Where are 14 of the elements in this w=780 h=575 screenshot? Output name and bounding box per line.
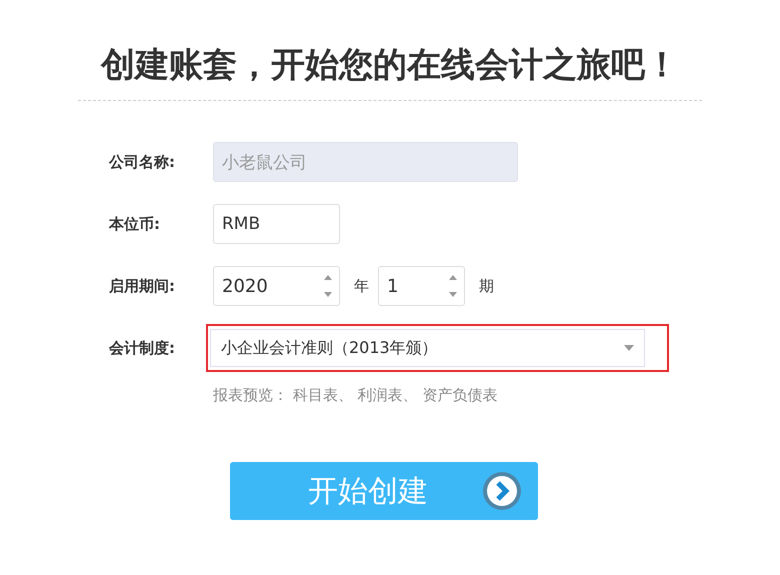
period-unit: 期: [479, 276, 494, 296]
field-label: 会计制度:: [109, 338, 176, 358]
field-label: 启用期间:: [109, 276, 176, 296]
select-field[interactable]: 小企业会计准则（2013年颁）: [210, 329, 645, 367]
caret-icon: [624, 345, 634, 351]
page-title: 创建账套，开始您的在线会计之旅吧！: [101, 44, 679, 87]
number-field[interactable]: 1: [378, 266, 465, 306]
number-field[interactable]: 2020: [213, 266, 340, 306]
field-label: 公司名称:: [109, 152, 176, 172]
report-preview-text: 报表预览： 科目表、 利润表、 资产负债表: [213, 386, 498, 405]
field-label: 本位币:: [109, 214, 161, 234]
text-field[interactable]: RMB: [213, 204, 340, 244]
arrow-circle-icon: [482, 471, 522, 511]
year-unit: 年: [354, 276, 369, 296]
